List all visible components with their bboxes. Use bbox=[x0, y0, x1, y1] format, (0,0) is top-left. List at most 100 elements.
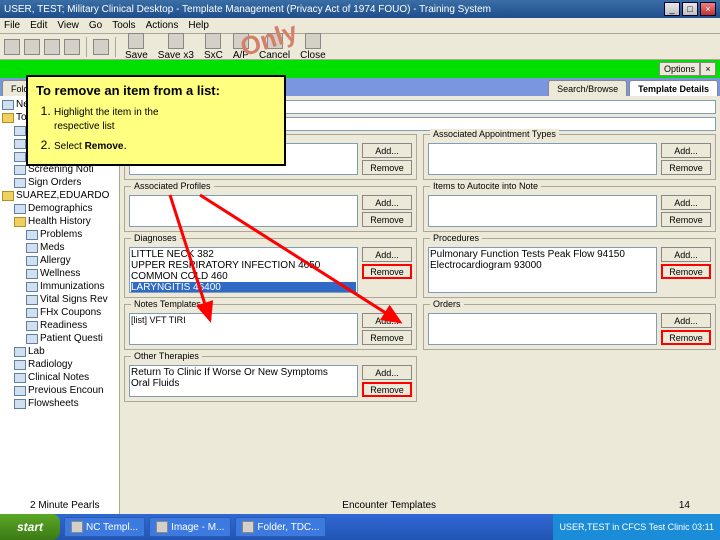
file-icon bbox=[26, 256, 38, 266]
other-add-button[interactable]: Add... bbox=[362, 365, 412, 380]
autocite-list[interactable] bbox=[428, 195, 657, 227]
file-icon bbox=[26, 295, 38, 305]
tree-item[interactable]: Previous Encoun bbox=[2, 384, 117, 397]
diagnoses-add-button[interactable]: Add... bbox=[362, 247, 412, 262]
tree-item[interactable]: Immunizations bbox=[2, 280, 117, 293]
save-button[interactable]: Save bbox=[122, 33, 151, 61]
appt-list[interactable] bbox=[428, 143, 657, 175]
toolbar-icon[interactable] bbox=[44, 39, 60, 55]
file-icon bbox=[26, 269, 38, 279]
start-button[interactable]: start bbox=[0, 514, 60, 540]
panel-appt-types: Associated Appointment Types Add... Remo… bbox=[423, 134, 716, 180]
folder-icon bbox=[14, 217, 26, 227]
file-icon bbox=[26, 282, 38, 292]
tree-item[interactable]: Patient Questi bbox=[2, 332, 117, 345]
file-icon bbox=[2, 100, 14, 110]
appt-remove-button[interactable]: Remove bbox=[661, 160, 711, 175]
file-icon bbox=[26, 243, 38, 253]
file-icon bbox=[26, 230, 38, 240]
other-remove-button[interactable]: Remove bbox=[362, 382, 412, 397]
sxc-button[interactable]: SxC bbox=[201, 33, 226, 61]
close-toolbar-button[interactable]: Close bbox=[297, 33, 329, 61]
file-icon bbox=[14, 178, 26, 188]
panel-procedures: Procedures Pulmonary Function Tests Peak… bbox=[423, 238, 716, 298]
autocite-add-button[interactable]: Add... bbox=[661, 195, 711, 210]
file-icon bbox=[14, 139, 26, 149]
panel-autocite: Items to Autocite into Note Add... Remov… bbox=[423, 186, 716, 232]
close-bar-button[interactable]: × bbox=[700, 62, 716, 76]
menubar: File Edit View Go Tools Actions Help bbox=[0, 18, 720, 34]
menu-edit[interactable]: Edit bbox=[30, 20, 47, 31]
cancel-button[interactable]: Cancel bbox=[256, 33, 293, 61]
notes-list[interactable]: [list] VFT TIRI bbox=[129, 313, 358, 345]
orders-add-button[interactable]: Add... bbox=[661, 313, 711, 328]
taskbar-item[interactable]: Folder, TDC... bbox=[235, 517, 326, 537]
tree-item[interactable]: Flowsheets bbox=[2, 397, 117, 410]
notes-remove-button[interactable]: Remove bbox=[362, 330, 412, 345]
tree-item[interactable]: Wellness bbox=[2, 267, 117, 280]
windows-taskbar: start NC Templ... Image - M... Folder, T… bbox=[0, 514, 720, 540]
menu-actions[interactable]: Actions bbox=[146, 20, 179, 31]
diagnoses-list[interactable]: LITTLE NECK 382UPPER RESPIRATORY INFECTI… bbox=[129, 247, 358, 293]
tab-template-details[interactable]: Template Details bbox=[629, 80, 718, 96]
tree-item[interactable]: Sign Orders bbox=[2, 176, 117, 189]
tree-item[interactable]: Allergy bbox=[2, 254, 117, 267]
toolbar-icon[interactable] bbox=[4, 39, 20, 55]
menu-file[interactable]: File bbox=[4, 20, 20, 31]
maximize-button[interactable]: □ bbox=[682, 2, 698, 16]
tree-item[interactable]: Demographics bbox=[2, 202, 117, 215]
procedures-remove-button[interactable]: Remove bbox=[661, 264, 711, 279]
template-name-input[interactable] bbox=[218, 100, 716, 114]
tree-item[interactable]: Radiology bbox=[2, 358, 117, 371]
orders-remove-button[interactable]: Remove bbox=[661, 330, 711, 345]
file-icon bbox=[14, 152, 26, 162]
profiles-list[interactable] bbox=[129, 195, 358, 227]
appt-add-button[interactable]: Add... bbox=[661, 143, 711, 158]
tab-search-browse[interactable]: Search/Browse bbox=[548, 80, 627, 96]
procedures-list[interactable]: Pulmonary Function Tests Peak Flow 94150… bbox=[428, 247, 657, 293]
tree-item[interactable]: Meds bbox=[2, 241, 117, 254]
profiles-remove-button[interactable]: Remove bbox=[362, 212, 412, 227]
file-icon bbox=[14, 126, 26, 136]
savex3-button[interactable]: Save x3 bbox=[155, 33, 197, 61]
menu-view[interactable]: View bbox=[57, 20, 79, 31]
tree-item[interactable]: Readiness bbox=[2, 319, 117, 332]
procedures-add-button[interactable]: Add... bbox=[661, 247, 711, 262]
taskbar-item[interactable]: Image - M... bbox=[149, 517, 231, 537]
profiles-add-button[interactable]: Add... bbox=[362, 195, 412, 210]
slide-footer: 2 Minute Pearls Encounter Templates 14 bbox=[0, 496, 720, 514]
reasons-add-button[interactable]: Add... bbox=[362, 143, 412, 158]
orders-list[interactable] bbox=[428, 313, 657, 345]
toolbar-icon[interactable] bbox=[93, 39, 109, 55]
tree-item[interactable]: Clinical Notes bbox=[2, 371, 117, 384]
options-button[interactable]: Options bbox=[659, 62, 700, 76]
ap-button[interactable]: A/P bbox=[230, 33, 252, 61]
taskbar-item[interactable]: NC Templ... bbox=[64, 517, 145, 537]
window-title: USER, TEST; Military Clinical Desktop - … bbox=[4, 4, 664, 15]
toolbar-icon[interactable] bbox=[24, 39, 40, 55]
other-list[interactable]: Return To Clinic If Worse Or New Symptom… bbox=[129, 365, 358, 397]
minimize-button[interactable]: _ bbox=[664, 2, 680, 16]
folder-icon bbox=[2, 191, 14, 201]
autocite-remove-button[interactable]: Remove bbox=[661, 212, 711, 227]
toolbar: Save Save x3 SxC A/P Cancel Close bbox=[0, 34, 720, 60]
tree-item[interactable]: Lab bbox=[2, 345, 117, 358]
tree-item[interactable]: SUAREZ,EDUARDO bbox=[2, 189, 117, 202]
footer-center: Encounter Templates bbox=[342, 500, 436, 511]
toolbar-icon[interactable] bbox=[64, 39, 80, 55]
tree-item[interactable]: Problems bbox=[2, 228, 117, 241]
tree-item[interactable]: Health History bbox=[2, 215, 117, 228]
file-icon bbox=[14, 360, 26, 370]
menu-tools[interactable]: Tools bbox=[112, 20, 135, 31]
tree-item[interactable]: FHx Coupons bbox=[2, 306, 117, 319]
close-button[interactable]: × bbox=[700, 2, 716, 16]
menu-go[interactable]: Go bbox=[89, 20, 102, 31]
diagnoses-remove-button[interactable]: Remove bbox=[362, 264, 412, 279]
menu-help[interactable]: Help bbox=[188, 20, 209, 31]
notes-add-button[interactable]: Add... bbox=[362, 313, 412, 328]
reasons-remove-button[interactable]: Remove bbox=[362, 160, 412, 175]
system-tray[interactable]: USER,TEST in CFCS Test Clinic 03:11 bbox=[553, 514, 720, 540]
tree-item[interactable]: Vital Signs Rev bbox=[2, 293, 117, 306]
callout-step-2: Select Remove. bbox=[54, 138, 276, 152]
file-icon bbox=[14, 386, 26, 396]
